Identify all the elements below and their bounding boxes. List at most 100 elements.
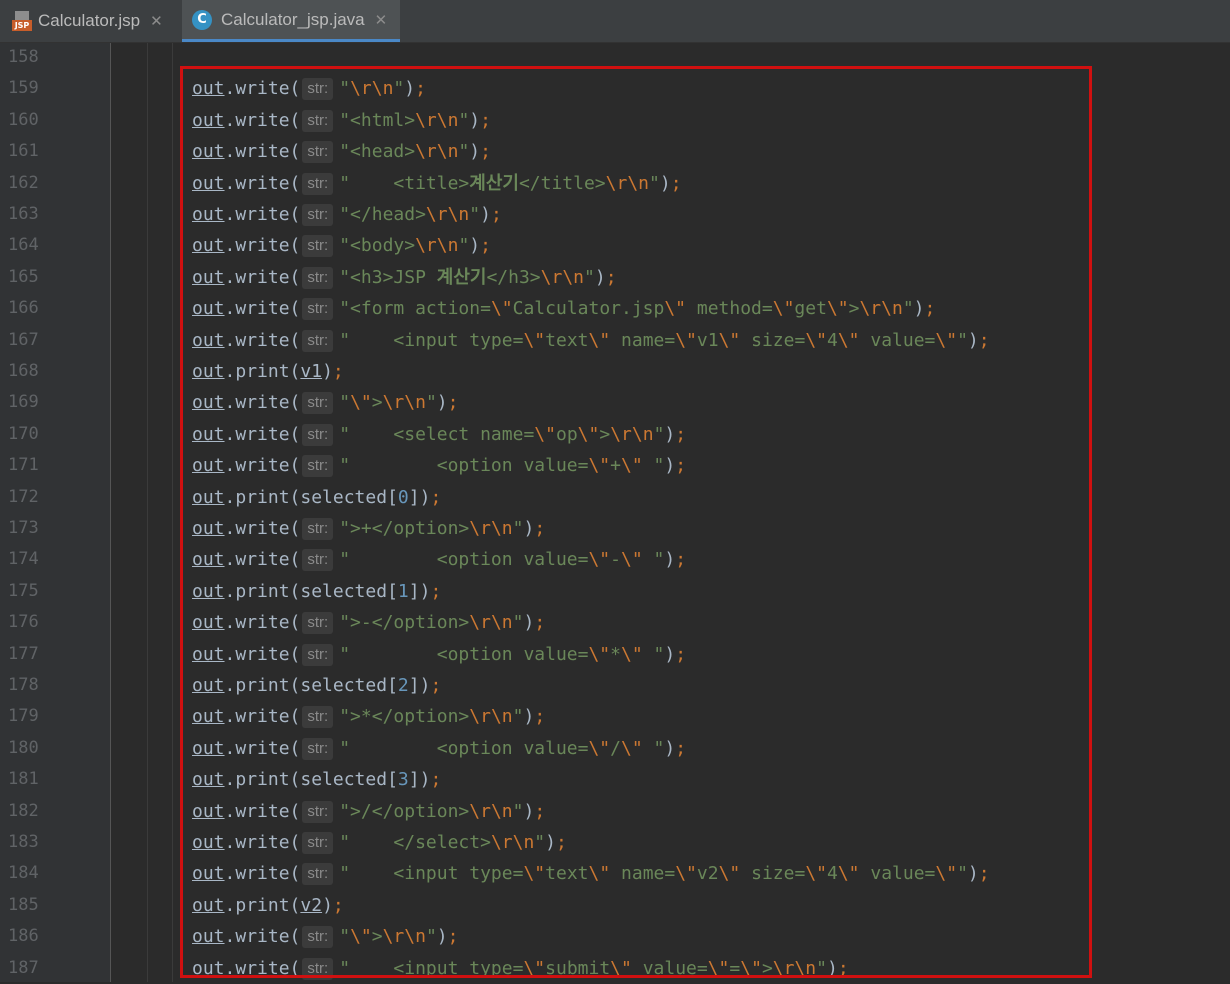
code-token: \" <box>805 863 827 885</box>
code-token: .write( <box>224 172 301 194</box>
code-text: out.write(str: " <input type=\"text\" nam… <box>192 325 990 356</box>
line-number: 182 <box>8 800 39 821</box>
tab-calculator-jsp-java[interactable]: C Calculator_jsp.java ✕ <box>182 0 400 42</box>
line-number: 177 <box>8 643 39 664</box>
code-token: ) <box>436 926 448 948</box>
code-token: \" <box>621 455 643 477</box>
code-token: .write( <box>224 800 301 822</box>
parameter-hint: str: <box>302 518 334 540</box>
code-token: " <option value= <box>339 643 589 665</box>
parameter-hint: str: <box>302 392 334 415</box>
code-token: ; <box>447 926 459 948</box>
code-token: submit <box>545 957 611 979</box>
code-token: out <box>192 141 225 163</box>
line-number: 179 <box>8 706 39 727</box>
code-token: ">/</option> <box>339 800 470 822</box>
code-token: " <box>957 329 968 351</box>
code-token: \" <box>350 392 372 414</box>
code-token: ) <box>523 706 535 728</box>
code-text: out.write(str: "\r\n"); <box>192 73 426 104</box>
code-token: .write( <box>224 204 301 225</box>
code-token: .write( <box>224 612 301 634</box>
code-token: ; <box>670 172 682 194</box>
code-token: ; <box>605 266 617 288</box>
code-token: \r\n <box>859 298 903 320</box>
code-token: ) <box>664 455 676 477</box>
code-token: op <box>555 423 578 445</box>
parameter-hint: str: <box>302 643 334 666</box>
code-token: v1 <box>300 361 323 382</box>
code-token: .write( <box>224 266 301 288</box>
code-token: .print( <box>224 894 301 916</box>
code-editor[interactable]: 158 159 out.write(str: "\r\n"); 160 out.write… <box>0 43 1230 982</box>
code-token: ) <box>664 643 676 665</box>
line-number: 158 <box>8 47 39 67</box>
code-text: out.write(str: ">-</option>\r\n"); <box>192 607 545 638</box>
code-token: " <box>339 78 351 100</box>
code-token: ) <box>967 329 979 351</box>
close-icon[interactable]: ✕ <box>150 12 163 30</box>
code-token: > <box>371 392 383 414</box>
code-token: name= <box>610 863 676 885</box>
code-token: value= <box>859 863 936 885</box>
parameter-hint: str: <box>302 78 334 101</box>
code-token: " <box>653 423 665 445</box>
code-token: " <box>649 172 660 194</box>
code-text: out.write(str: "<html>\r\n"); <box>192 105 491 136</box>
code-token: + <box>610 455 621 477</box>
code-token: " <box>339 392 351 414</box>
code-token: - <box>610 549 621 571</box>
code-token: ) <box>594 266 606 288</box>
code-token: ; <box>675 455 687 477</box>
code-token: " <box>584 266 595 288</box>
code-token: .print(selected[ <box>224 675 398 696</box>
code-token: > <box>371 926 383 948</box>
code-text: out.print(selected[0]); <box>192 482 441 513</box>
indent-guide <box>172 43 173 982</box>
code-token: ) <box>480 204 491 225</box>
code-token: \" <box>621 643 643 665</box>
code-token: out <box>192 800 225 822</box>
code-token: \" <box>772 298 795 320</box>
code-token: ; <box>534 612 546 634</box>
code-token: \" <box>534 423 556 445</box>
code-token: \r\n <box>469 706 513 728</box>
code-token: \" <box>588 643 611 665</box>
code-text: out.write(str: "\">\r\n"); <box>192 921 458 952</box>
code-token: ) <box>436 392 448 414</box>
code-token: > <box>848 298 860 320</box>
code-token: out <box>192 612 225 634</box>
line-number: 171 <box>8 455 39 476</box>
code-token: .write( <box>224 392 301 414</box>
code-token: size= <box>740 329 806 351</box>
code-token: " <box>902 298 914 320</box>
code-token: "<h3>JSP <box>339 266 437 288</box>
code-text: out.write(str: "<form action=\"Calculator… <box>192 293 935 324</box>
code-token: \r\n <box>382 926 426 948</box>
close-icon[interactable]: ✕ <box>375 11 388 29</box>
code-token: 4 <box>827 863 838 885</box>
code-token: " <box>534 832 546 853</box>
code-text: out.print(selected[2]); <box>192 670 441 701</box>
code-token: ) <box>523 518 535 539</box>
code-token: "<form action= <box>339 298 491 320</box>
code-token: .write( <box>224 832 301 853</box>
code-token: ; <box>430 769 442 791</box>
code-token: out <box>192 235 225 257</box>
code-token: out <box>192 580 225 602</box>
code-token: \" <box>675 863 697 885</box>
code-token: " <box>512 706 524 728</box>
code-token: </title> <box>518 172 606 194</box>
jsp-file-icon: JSP <box>12 11 32 31</box>
code-token: .write( <box>224 329 301 351</box>
parameter-hint: str: <box>302 141 334 164</box>
code-token: " <input type= <box>339 329 524 351</box>
tab-calculator-jsp[interactable]: JSP Calculator.jsp ✕ <box>8 0 176 42</box>
code-token: ) <box>659 172 671 194</box>
code-token: \" <box>523 863 546 885</box>
line-number: 172 <box>8 486 39 507</box>
parameter-hint: str: <box>302 423 334 446</box>
code-token: out <box>192 172 225 194</box>
code-token: ) <box>967 863 979 885</box>
code-token: .print( <box>224 361 301 382</box>
